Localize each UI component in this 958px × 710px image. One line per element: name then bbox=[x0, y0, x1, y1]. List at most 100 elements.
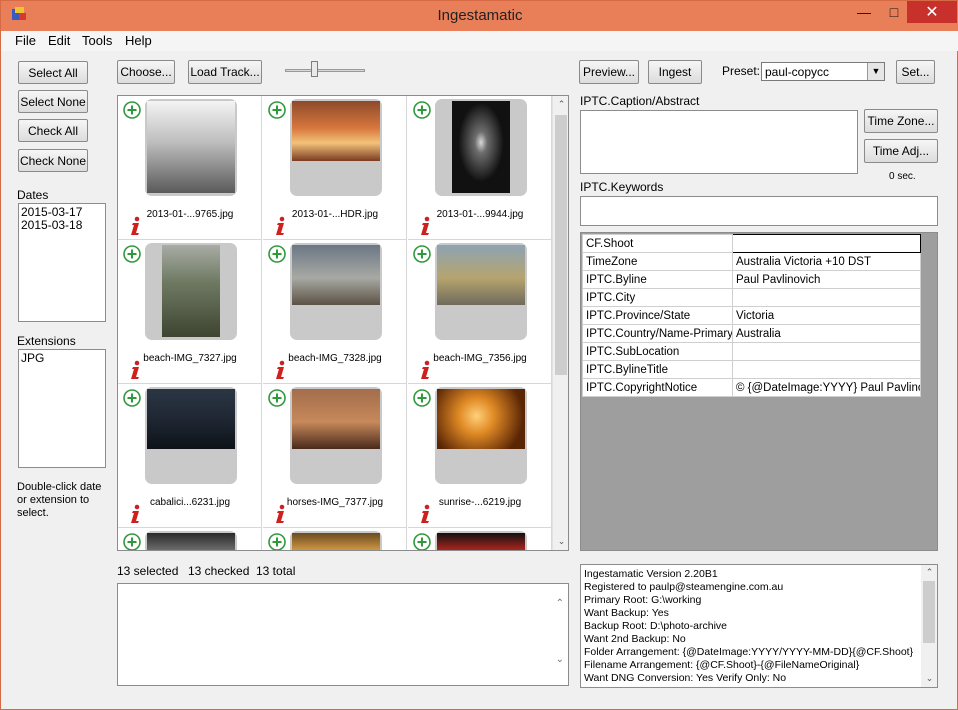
scroll-down-icon[interactable]: ⌄ bbox=[921, 672, 937, 685]
time-adj-button[interactable]: Time Adj... bbox=[864, 139, 938, 163]
thumbnail-image[interactable] bbox=[162, 245, 220, 337]
time-zone-button[interactable]: Time Zone... bbox=[864, 109, 938, 133]
metadata-row[interactable]: CF.Shoot bbox=[582, 234, 921, 253]
keywords-input[interactable] bbox=[580, 196, 938, 226]
title-bar[interactable]: Ingestamatic — □ ✕ bbox=[1, 1, 958, 31]
scroll-up-icon[interactable]: ⌃ bbox=[556, 598, 564, 609]
thumbnail-image[interactable] bbox=[292, 245, 380, 305]
thumbnail-frame[interactable] bbox=[145, 243, 237, 340]
metadata-value[interactable] bbox=[732, 234, 921, 253]
metadata-row[interactable]: IPTC.SubLocation bbox=[582, 342, 921, 361]
thumbnail-cell[interactable] bbox=[408, 528, 552, 551]
close-icon[interactable]: ✕ bbox=[907, 1, 957, 23]
thumbnail-cell[interactable]: horses-IMG_7377.jpg bbox=[263, 384, 407, 528]
metadata-table[interactable]: CF.Shoot TimeZone Australia Victoria +10 D… bbox=[582, 234, 921, 397]
check-none-button[interactable]: Check None bbox=[18, 149, 88, 172]
menu-help[interactable]: Help bbox=[125, 33, 152, 48]
menu-tools[interactable]: Tools bbox=[82, 33, 112, 48]
metadata-value[interactable]: Victoria bbox=[732, 306, 921, 325]
dates-list[interactable]: 2015-03-17 2015-03-18 bbox=[18, 203, 106, 322]
plus-circle-icon[interactable] bbox=[413, 101, 431, 119]
thumbnail-cell[interactable]: beach-IMG_7356.jpg bbox=[408, 240, 552, 384]
thumbnail-image[interactable] bbox=[437, 533, 525, 550]
caption-textarea[interactable] bbox=[580, 110, 858, 174]
scroll-down-icon[interactable]: ⌄ bbox=[553, 533, 568, 550]
choose-button[interactable]: Choose... bbox=[117, 60, 175, 84]
metadata-grid[interactable]: CF.Shoot TimeZone Australia Victoria +10 D… bbox=[580, 232, 938, 551]
thumbnail-grid[interactable]: 2013-01-...9765.jpg 2013-01-...HDR.jpg 201… bbox=[117, 95, 569, 551]
log-scrollbar[interactable]: ⌃ ⌄ bbox=[921, 565, 937, 687]
grid-scroll-thumb[interactable] bbox=[555, 115, 567, 375]
log-panel[interactable]: Ingestamatic Version 2.20B1 Registered to… bbox=[580, 564, 938, 688]
thumbnail-image[interactable] bbox=[437, 245, 525, 305]
set-button[interactable]: Set... bbox=[896, 60, 935, 84]
menu-file[interactable]: File bbox=[15, 33, 36, 48]
metadata-row[interactable]: IPTC.City bbox=[582, 288, 921, 307]
zoom-slider[interactable] bbox=[285, 69, 365, 72]
plus-circle-icon[interactable] bbox=[413, 245, 431, 263]
metadata-value[interactable]: Australia Victoria +10 DST bbox=[732, 252, 921, 271]
ingest-button[interactable]: Ingest bbox=[648, 60, 702, 84]
plus-circle-icon[interactable] bbox=[413, 533, 431, 551]
thumbnail-frame[interactable] bbox=[290, 243, 382, 340]
scroll-up-icon[interactable]: ⌃ bbox=[921, 566, 937, 579]
metadata-value[interactable] bbox=[732, 342, 921, 361]
thumbnail-cell[interactable]: sunrise-...6219.jpg bbox=[408, 384, 552, 528]
plus-circle-icon[interactable] bbox=[123, 533, 141, 551]
plus-circle-icon[interactable] bbox=[268, 533, 286, 551]
plus-circle-icon[interactable] bbox=[268, 101, 286, 119]
thumbnail-image[interactable] bbox=[292, 389, 380, 449]
menu-edit[interactable]: Edit bbox=[48, 33, 70, 48]
extensions-list[interactable]: JPG bbox=[18, 349, 106, 468]
chevron-down-icon[interactable]: ▼ bbox=[867, 63, 884, 80]
thumbnail-image[interactable] bbox=[292, 101, 380, 161]
minimize-icon[interactable]: — bbox=[847, 1, 881, 23]
thumbnail-image[interactable] bbox=[452, 101, 510, 193]
extension-item[interactable]: JPG bbox=[21, 352, 103, 365]
thumbnail-image[interactable] bbox=[292, 533, 380, 550]
thumbnail-frame[interactable] bbox=[435, 387, 527, 484]
thumbnail-image[interactable] bbox=[437, 389, 525, 449]
metadata-value[interactable]: Australia bbox=[732, 324, 921, 343]
thumbnail-cell[interactable]: beach-IMG_7328.jpg bbox=[263, 240, 407, 384]
metadata-row[interactable]: IPTC.Province/State Victoria bbox=[582, 306, 921, 325]
plus-circle-icon[interactable] bbox=[123, 101, 141, 119]
thumbnail-cell[interactable]: cabalici...6231.jpg bbox=[118, 384, 262, 528]
load-track-button[interactable]: Load Track... bbox=[188, 60, 262, 84]
thumbnail-frame[interactable] bbox=[435, 531, 527, 550]
check-all-button[interactable]: Check All bbox=[18, 119, 88, 142]
thumbnail-frame[interactable] bbox=[435, 99, 527, 196]
metadata-row[interactable]: IPTC.Country/Name-Primary... Australia bbox=[582, 324, 921, 343]
thumbnail-frame[interactable] bbox=[145, 531, 237, 550]
metadata-value[interactable] bbox=[732, 360, 921, 379]
preview-button[interactable]: Preview... bbox=[579, 60, 639, 84]
thumbnail-cell[interactable] bbox=[263, 528, 407, 551]
thumbnail-cell[interactable] bbox=[118, 528, 262, 551]
thumbnail-cell[interactable]: 2013-01-...9765.jpg bbox=[118, 96, 262, 240]
grid-scrollbar[interactable]: ⌃ ⌄ bbox=[552, 96, 568, 550]
metadata-row[interactable]: IPTC.Byline Paul Pavlinovich bbox=[582, 270, 921, 289]
thumbnail-frame[interactable] bbox=[290, 387, 382, 484]
output-textarea[interactable]: ⌃ ⌄ bbox=[117, 583, 569, 686]
metadata-row[interactable]: TimeZone Australia Victoria +10 DST bbox=[582, 252, 921, 271]
thumbnail-frame[interactable] bbox=[145, 99, 237, 196]
metadata-value[interactable]: © {@DateImage:YYYY} Paul Pavlinovi bbox=[732, 378, 921, 397]
plus-circle-icon[interactable] bbox=[268, 389, 286, 407]
metadata-value[interactable] bbox=[732, 288, 921, 307]
date-item[interactable]: 2015-03-18 bbox=[21, 219, 103, 232]
metadata-row[interactable]: IPTC.CopyrightNotice © {@DateImage:YYYY} … bbox=[582, 378, 921, 397]
thumbnail-image[interactable] bbox=[147, 101, 235, 193]
plus-circle-icon[interactable] bbox=[268, 245, 286, 263]
select-all-button[interactable]: Select All bbox=[18, 61, 88, 84]
thumbnail-cell[interactable]: beach-IMG_7327.jpg bbox=[118, 240, 262, 384]
zoom-slider-thumb[interactable] bbox=[311, 61, 318, 77]
log-scroll-thumb[interactable] bbox=[923, 581, 935, 643]
thumbnail-frame[interactable] bbox=[145, 387, 237, 484]
thumbnail-frame[interactable] bbox=[290, 531, 382, 550]
thumbnail-frame[interactable] bbox=[435, 243, 527, 340]
thumbnail-image[interactable] bbox=[147, 389, 235, 449]
metadata-row[interactable]: IPTC.BylineTitle bbox=[582, 360, 921, 379]
scroll-down-icon[interactable]: ⌄ bbox=[556, 654, 564, 665]
plus-circle-icon[interactable] bbox=[413, 389, 431, 407]
scroll-up-icon[interactable]: ⌃ bbox=[553, 96, 568, 113]
